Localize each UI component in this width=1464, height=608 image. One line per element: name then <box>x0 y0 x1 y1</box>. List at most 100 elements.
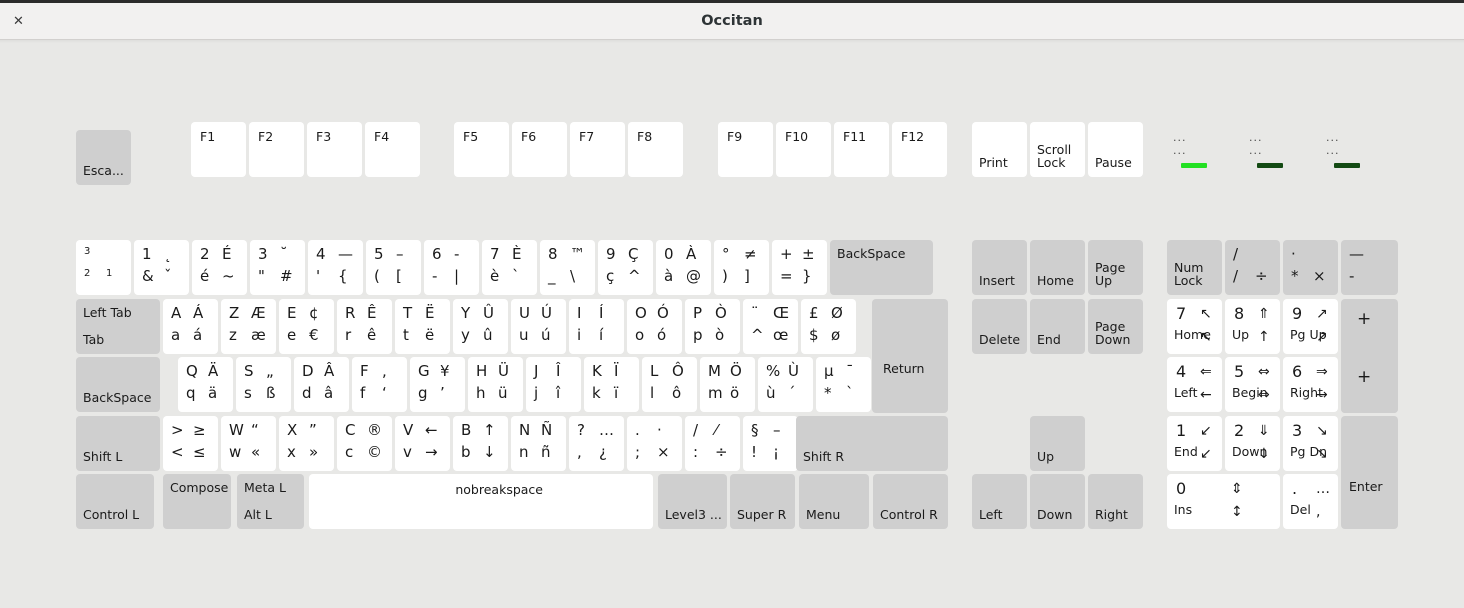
key-numpad-7[interactable]: 7 ↖ Home ↖ <box>1167 299 1222 354</box>
key-number-12[interactable]: + ± =} <box>772 240 827 295</box>
key-number-7[interactable]: 7 Èè ` <box>482 240 537 295</box>
key-arrow-up[interactable]: Up <box>1030 416 1085 471</box>
key-numpad-minus[interactable]: — - <box>1341 240 1398 295</box>
key-menu[interactable]: Menu <box>799 474 869 529</box>
key-number-3[interactable]: 3 ˘ " # <box>250 240 305 295</box>
key-tab-row-6[interactable]: UÚuú <box>511 299 566 354</box>
key-shift-row-5[interactable]: B ↑ b ↓ <box>453 416 508 471</box>
key-tab-row-10[interactable]: ¨ Œ ^ œ <box>743 299 798 354</box>
key-home-row-1[interactable]: S „ s ß <box>236 357 291 412</box>
key-level3[interactable]: Level3 ... <box>658 474 727 529</box>
key-shift-right[interactable]: Shift R <box>796 416 948 471</box>
key-shift-row-8[interactable]: . ·; × <box>627 416 682 471</box>
key-tab-row-7[interactable]: IÍií <box>569 299 624 354</box>
key-number-11[interactable]: ° ≠)] <box>714 240 769 295</box>
key-number-2[interactable]: 2 Éé ~ <box>192 240 247 295</box>
key-backspace[interactable]: BackSpace <box>830 240 933 295</box>
key-f10[interactable]: F10 <box>776 122 831 177</box>
key-home-row-0[interactable]: QÄqä <box>178 357 233 412</box>
key-numpad-decimal[interactable]: . … Del, <box>1283 474 1338 529</box>
key-shift-row-3[interactable]: C ® c © <box>337 416 392 471</box>
key-home-row-9[interactable]: MÖmö <box>700 357 755 412</box>
key-control-right[interactable]: Control R <box>873 474 948 529</box>
key-number-0[interactable]: 3 2 1 <box>76 240 131 295</box>
key-tab-row-4[interactable]: TËtë <box>395 299 450 354</box>
key-home-row-8[interactable]: LÔlô <box>642 357 697 412</box>
key-numpad-0[interactable]: 0 ⇕ Ins ↕ <box>1167 474 1280 529</box>
key-page-down[interactable]: Page Down <box>1088 299 1143 354</box>
key-home-row-5[interactable]: HÜhü <box>468 357 523 412</box>
key-tab-row-8[interactable]: OÓoó <box>627 299 682 354</box>
key-arrow-down[interactable]: Down <box>1030 474 1085 529</box>
key-numpad-divide[interactable]: / / ÷ <box>1225 240 1280 295</box>
key-home-row-10[interactable]: % Ùù ´ <box>758 357 813 412</box>
key-number-10[interactable]: 0 Àà @ <box>656 240 711 295</box>
key-compose[interactable]: Compose <box>163 474 231 529</box>
key-f4[interactable]: F4 <box>365 122 420 177</box>
key-home-row-7[interactable]: KÏkï <box>584 357 639 412</box>
key-number-6[interactable]: 6- - | <box>424 240 479 295</box>
key-numpad-1[interactable]: 1 ↙ End ↙ <box>1167 416 1222 471</box>
key-shift-row-6[interactable]: NÑnñ <box>511 416 566 471</box>
key-arrow-left[interactable]: Left <box>972 474 1027 529</box>
key-arrow-right[interactable]: Right <box>1088 474 1143 529</box>
key-pause[interactable]: Pause <box>1088 122 1143 177</box>
key-shift-row-4[interactable]: V ← v → <box>395 416 450 471</box>
key-insert[interactable]: Insert <box>972 240 1027 295</box>
key-numpad-2[interactable]: 2 ⇓ Down ↓ <box>1225 416 1280 471</box>
key-scroll-lock[interactable]: Scroll Lock <box>1030 122 1085 177</box>
key-shift-row-0[interactable]: > ≥ < ≤ <box>163 416 218 471</box>
key-meta-left[interactable]: Meta L Alt L <box>237 474 304 529</box>
key-page-up[interactable]: Page Up <box>1088 240 1143 295</box>
key-home-row-6[interactable]: JÎjî <box>526 357 581 412</box>
key-shift-row-7[interactable]: ? …, ¿ <box>569 416 624 471</box>
key-numpad-plus-lower[interactable]: + <box>1341 357 1398 413</box>
key-escape[interactable]: Esca... <box>76 130 131 185</box>
key-home-row-11[interactable]: µ ¯ * ` <box>816 357 871 412</box>
key-shift-row-1[interactable]: W “ w « <box>221 416 276 471</box>
key-tab-row-5[interactable]: YÛyû <box>453 299 508 354</box>
key-f9[interactable]: F9 <box>718 122 773 177</box>
key-home-row-2[interactable]: DÂdâ <box>294 357 349 412</box>
key-tab[interactable]: Left Tab Tab <box>76 299 160 354</box>
key-home-row-3[interactable]: F, f ‘ <box>352 357 407 412</box>
key-end[interactable]: End <box>1030 299 1085 354</box>
key-numpad-multiply[interactable]: · * × <box>1283 240 1338 295</box>
key-capslock[interactable]: BackSpace <box>76 357 160 412</box>
key-tab-row-1[interactable]: ZÆzæ <box>221 299 276 354</box>
key-shift-left[interactable]: Shift L <box>76 416 160 471</box>
key-super-right[interactable]: Super R <box>730 474 795 529</box>
key-numpad-9[interactable]: 9 ↗ Pg Up ↗ <box>1283 299 1338 354</box>
key-shift-row-10[interactable]: § –! ¡ <box>743 416 798 471</box>
key-number-4[interactable]: 4 — ' { <box>308 240 363 295</box>
key-tab-row-0[interactable]: AÁaá <box>163 299 218 354</box>
key-space[interactable]: nobreakspace <box>309 474 653 529</box>
key-numpad-3[interactable]: 3 ↘ Pg Dn ↘ <box>1283 416 1338 471</box>
key-number-9[interactable]: 9 Çç ^ <box>598 240 653 295</box>
key-numpad-4[interactable]: 4 ⇐ Left ← <box>1167 357 1222 412</box>
key-tab-row-2[interactable]: E ¢ e € <box>279 299 334 354</box>
key-home[interactable]: Home <box>1030 240 1085 295</box>
key-numpad-enter[interactable]: Enter <box>1341 416 1398 529</box>
key-number-8[interactable]: 8 ™ _ \ <box>540 240 595 295</box>
key-tab-row-11[interactable]: £ Ø $ ø <box>801 299 856 354</box>
key-control-left[interactable]: Control L <box>76 474 154 529</box>
key-numlock[interactable]: Num Lock <box>1167 240 1222 295</box>
key-return[interactable]: Return <box>872 299 948 413</box>
key-f6[interactable]: F6 <box>512 122 567 177</box>
key-numpad-8[interactable]: 8 ⇑ Up ↑ <box>1225 299 1280 354</box>
key-tab-row-3[interactable]: RÊrê <box>337 299 392 354</box>
key-shift-row-9[interactable]: / ⁄: ÷ <box>685 416 740 471</box>
key-f1[interactable]: F1 <box>191 122 246 177</box>
key-shift-row-2[interactable]: X ” x » <box>279 416 334 471</box>
key-f11[interactable]: F11 <box>834 122 889 177</box>
key-print[interactable]: Print <box>972 122 1027 177</box>
key-number-5[interactable]: 5–([ <box>366 240 421 295</box>
key-f12[interactable]: F12 <box>892 122 947 177</box>
key-f3[interactable]: F3 <box>307 122 362 177</box>
key-f5[interactable]: F5 <box>454 122 509 177</box>
key-f7[interactable]: F7 <box>570 122 625 177</box>
key-number-1[interactable]: 1 ˛ & ˇ <box>134 240 189 295</box>
key-home-row-4[interactable]: G ¥ g ’ <box>410 357 465 412</box>
key-delete[interactable]: Delete <box>972 299 1027 354</box>
